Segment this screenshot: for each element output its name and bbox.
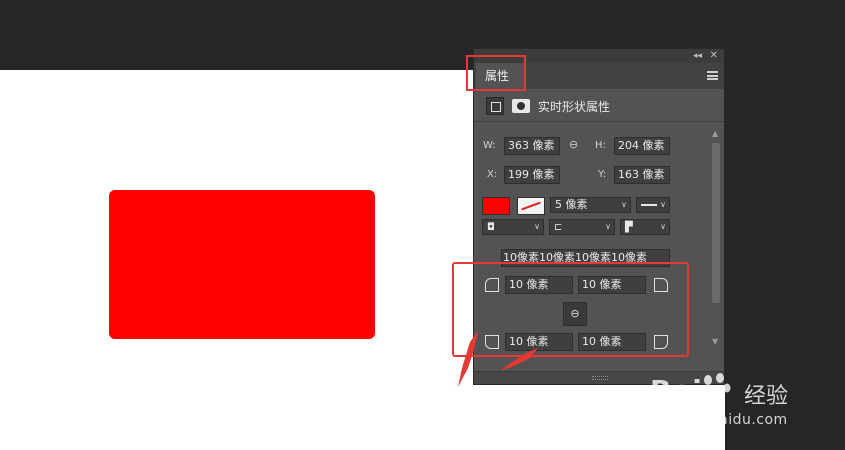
highlight-properties-tab (466, 55, 526, 91)
watermark-subtitle: 经验 (744, 384, 789, 409)
stroke-caps-icon: ⊏ (554, 222, 563, 233)
chevron-down-icon: ∨ (605, 222, 611, 231)
scroll-thumb[interactable] (712, 143, 720, 303)
scroll-down-icon[interactable]: ▼ (712, 337, 718, 346)
chevron-down-icon: ∨ (621, 200, 627, 209)
panel-menu-icon[interactable] (707, 71, 718, 80)
chevron-down-icon: ∨ (660, 200, 666, 209)
x-position-field[interactable]: 199 像素 (504, 166, 560, 184)
watermark-brand: Bai (650, 374, 703, 407)
panel-scrollbar[interactable]: ▲ ▼ (710, 129, 722, 355)
x-label: X: (487, 169, 498, 180)
baidu-paw-icon (698, 373, 731, 405)
stroke-align-icon: ◘ (487, 222, 495, 233)
stroke-width-value: 5 像素 (555, 198, 588, 211)
fill-color-swatch[interactable] (482, 197, 510, 215)
close-icon[interactable]: ✕ (710, 50, 718, 62)
stroke-corners-dropdown[interactable]: ▛ ∨ (620, 219, 670, 235)
height-label: H: (595, 140, 606, 151)
transform-properties-icon[interactable] (486, 97, 504, 115)
stroke-caps-dropdown[interactable]: ⊏ ∨ (549, 219, 615, 235)
width-label: W: (483, 140, 496, 151)
width-field[interactable]: 363 像素 (504, 137, 560, 155)
chevron-down-icon: ∨ (534, 222, 540, 231)
height-field[interactable]: 204 像素 (614, 137, 670, 155)
stroke-color-swatch[interactable] (517, 197, 545, 215)
baidu-watermark: Bai 经验 jingyan.baidu.com (648, 370, 818, 440)
properties-header: 实时形状属性 (474, 89, 724, 121)
highlight-corner-radius-fields (452, 262, 689, 357)
y-position-field[interactable]: 163 像素 (614, 166, 670, 184)
mask-properties-icon[interactable] (512, 99, 530, 113)
stroke-type-dropdown[interactable]: ∨ (636, 197, 670, 213)
resize-grip-icon[interactable] (592, 376, 608, 380)
stroke-align-dropdown[interactable]: ◘ ∨ (482, 219, 544, 235)
watermark-url: jingyan.baidu.com (650, 412, 788, 428)
y-label: Y: (598, 169, 607, 180)
panel-divider (474, 121, 724, 122)
live-shape-properties-label: 实时形状属性 (538, 100, 611, 114)
link-dimensions-icon[interactable]: ⊖ (569, 138, 578, 151)
solid-line-icon (641, 204, 657, 206)
collapse-panel-icon[interactable]: ◂◂ (693, 50, 702, 62)
red-rounded-rectangle[interactable] (109, 190, 375, 339)
stroke-width-dropdown[interactable]: 5 像素 ∨ (550, 197, 631, 213)
scroll-up-icon[interactable]: ▲ (712, 129, 718, 138)
chevron-down-icon: ∨ (660, 222, 666, 231)
stroke-corners-icon: ▛ (625, 222, 633, 233)
